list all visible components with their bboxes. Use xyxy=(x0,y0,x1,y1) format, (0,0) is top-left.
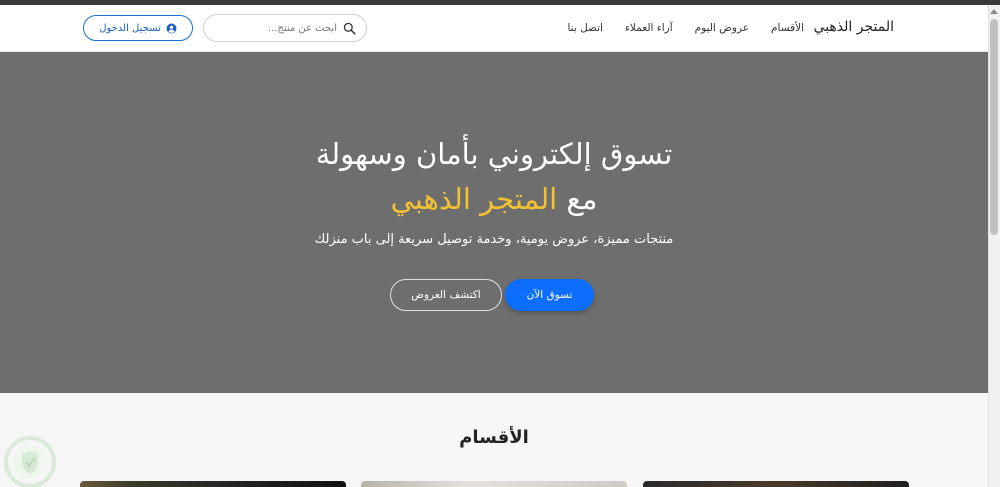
categories-title: الأقسام xyxy=(459,427,529,448)
search-input[interactable] xyxy=(217,22,337,34)
discover-offers-button[interactable]: اكتشف العروض xyxy=(390,279,502,311)
hero-subtitle: منتجات مميزة، عروض يومية، وخدمة توصيل سر… xyxy=(314,232,674,247)
categories-section: الأقسام xyxy=(0,393,988,487)
shop-now-button[interactable]: تسوق الآن xyxy=(505,279,594,311)
nav-link-daily-deals[interactable]: عروض اليوم xyxy=(695,22,749,34)
search-box[interactable] xyxy=(203,14,367,42)
category-card[interactable] xyxy=(80,481,346,487)
login-button[interactable]: تسجيل الدخول xyxy=(83,15,193,41)
category-card[interactable] xyxy=(361,481,627,487)
hero-title-prefix: مع xyxy=(566,182,598,216)
navbar: المتجر الذهبي الأقسام عروض اليوم آراء ال… xyxy=(0,5,988,52)
hero-title: تسوق إلكتروني بأمان وسهولة xyxy=(315,137,673,171)
scroll-up-arrow-icon[interactable] xyxy=(990,9,998,14)
nav-link-categories[interactable]: الأقسام xyxy=(771,22,804,34)
nav-links: الأقسام عروض اليوم آراء العملاء اتصل بنا xyxy=(567,22,804,34)
user-circle-icon xyxy=(166,23,177,33)
scrollbar-thumb[interactable] xyxy=(990,19,998,235)
nav-link-contact[interactable]: اتصل بنا xyxy=(567,22,603,34)
page-scrollbar[interactable] xyxy=(988,5,1000,487)
login-button-label: تسجيل الدخول xyxy=(99,22,161,34)
hero-section: تسوق إلكتروني بأمان وسهولة مع المتجر الذ… xyxy=(0,52,988,393)
hero-title-accent: المتجر الذهبي xyxy=(390,182,558,216)
search-icon[interactable] xyxy=(343,22,356,35)
nav-link-reviews[interactable]: آراء العملاء xyxy=(625,22,673,34)
watermark-logo xyxy=(4,436,56,487)
brand-logo[interactable]: المتجر الذهبي xyxy=(814,19,894,35)
category-card[interactable] xyxy=(643,481,909,487)
hero-title-line2: مع المتجر الذهبي xyxy=(0,182,988,216)
